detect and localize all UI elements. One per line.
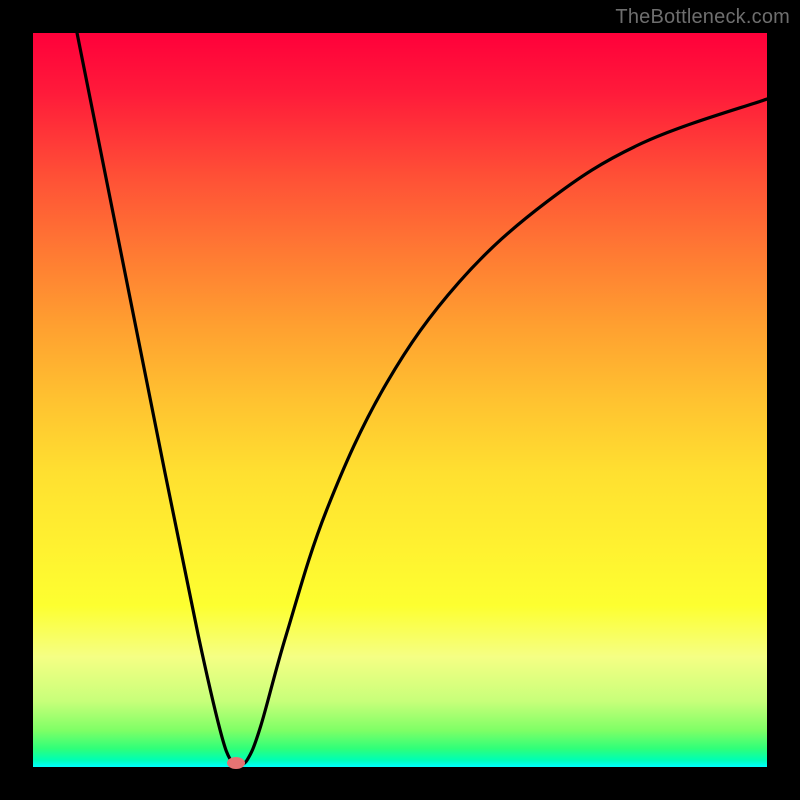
- bottleneck-curve: [33, 33, 767, 767]
- optimum-marker: [227, 757, 245, 769]
- plot-area: [33, 33, 767, 767]
- watermark-text: TheBottleneck.com: [615, 6, 790, 29]
